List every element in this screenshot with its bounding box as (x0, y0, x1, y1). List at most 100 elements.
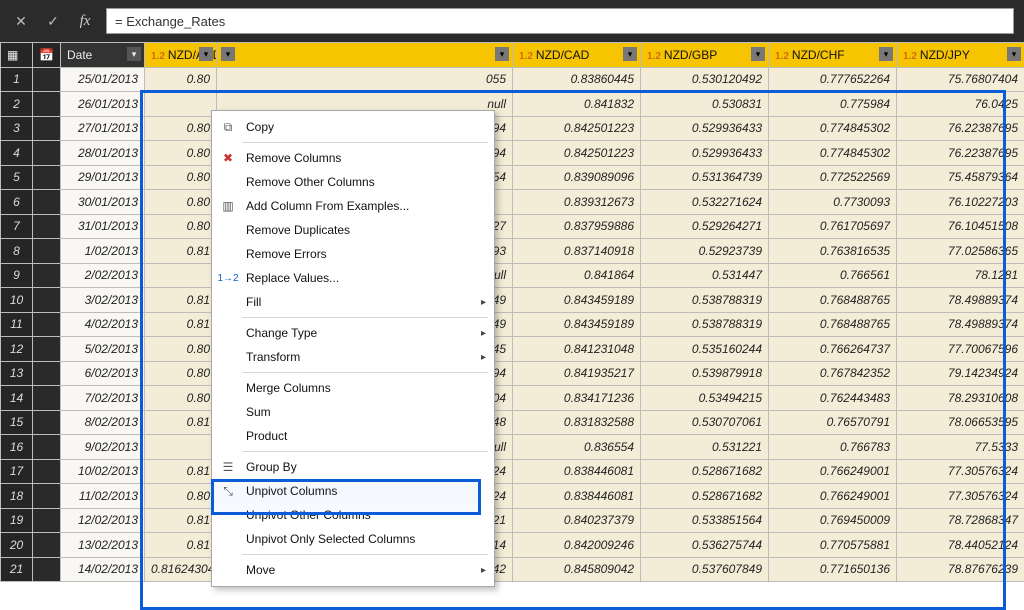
cell-nzd-chf[interactable]: 0.777652264 (769, 67, 897, 92)
row-number[interactable]: 5 (1, 165, 33, 190)
cell-nzd-cad[interactable]: 0.83860445 (513, 67, 641, 92)
cell-nzd-chf[interactable]: 0.761705697 (769, 214, 897, 239)
cell-nzd-cad[interactable]: 0.845809042 (513, 557, 641, 582)
menu-transform[interactable]: Transform▸ (212, 345, 494, 369)
cell-nzd-cad[interactable]: 0.837140918 (513, 239, 641, 264)
cell-nzd-cad[interactable]: 0.842501223 (513, 116, 641, 141)
table-row[interactable]: 147/02/20130.800040.8341712360.534942150… (1, 386, 1024, 411)
table-row[interactable]: 2013/02/20130.818140.8420092460.53627574… (1, 533, 1024, 558)
cell-date[interactable]: 25/01/2013 (61, 67, 145, 92)
cell-nzd-chf[interactable]: 0.762443483 (769, 386, 897, 411)
cell-nzd-aud[interactable]: 0.80 (145, 67, 217, 92)
cell-date[interactable]: 26/01/2013 (61, 92, 145, 117)
cell-nzd-gbp[interactable]: 0.537607849 (641, 557, 769, 582)
row-number[interactable]: 11 (1, 312, 33, 337)
cell-nzd-jpy[interactable]: 77.5333 (897, 435, 1024, 460)
cell-nzd-gbp[interactable]: 0.531221 (641, 435, 769, 460)
cell-nzd-aud[interactable]: 0.80 (145, 386, 217, 411)
row-number[interactable]: 16 (1, 435, 33, 460)
table-row[interactable]: 136/02/20130.805940.8419352170.539879918… (1, 361, 1024, 386)
table-row[interactable]: 226/01/2013null0.8418320.5308310.7759847… (1, 92, 1024, 117)
cell-nzd-gbp[interactable]: 0.530831 (641, 92, 769, 117)
cell-nzd-aud[interactable]: 0.81 (145, 533, 217, 558)
menu-copy[interactable]: ⧉Copy (212, 115, 494, 139)
cell-nzd-chf[interactable]: 0.774845302 (769, 141, 897, 166)
table-row[interactable]: 169/02/2013ull0.8365540.5312210.76678377… (1, 435, 1024, 460)
menu-remove-columns[interactable]: ✖Remove Columns (212, 146, 494, 170)
cell-nzd-aud[interactable]: 0.80 (145, 116, 217, 141)
cell-nzd-gbp[interactable]: 0.529936433 (641, 141, 769, 166)
chevron-down-icon[interactable]: ▾ (1007, 47, 1021, 61)
chevron-down-icon[interactable]: ▾ (221, 47, 235, 61)
cell-nzd-aud[interactable]: 0.81 (145, 459, 217, 484)
cell-nzd-aud[interactable]: 0.816243043 (145, 557, 217, 582)
cell-nzd-jpy[interactable]: 76.22387695 (897, 141, 1024, 166)
menu-sum[interactable]: Sum (212, 400, 494, 424)
cell-nzd-chf[interactable]: 0.770575881 (769, 533, 897, 558)
column-header-nzd-jpy[interactable]: 1.2NZD/JPY▾ (897, 43, 1024, 68)
table-row[interactable]: 103/02/20130.818490.8434591890.538788319… (1, 288, 1024, 313)
cell-nzd-jpy[interactable]: 78.29310608 (897, 386, 1024, 411)
menu-fill[interactable]: Fill▸ (212, 290, 494, 314)
chevron-down-icon[interactable]: ▾ (751, 47, 765, 61)
table-row[interactable]: 630/01/20130.800.8393126730.5322716240.7… (1, 190, 1024, 215)
cell-nzd-cad[interactable]: 0.837959886 (513, 214, 641, 239)
menu-remove-errors[interactable]: Remove Errors (212, 242, 494, 266)
row-number[interactable]: 15 (1, 410, 33, 435)
cell-nzd-cad[interactable]: 0.838446081 (513, 459, 641, 484)
cell-date[interactable]: 10/02/2013 (61, 459, 145, 484)
cell-date[interactable]: 30/01/2013 (61, 190, 145, 215)
cell-nzd-aud[interactable]: 0.80 (145, 484, 217, 509)
cell-nzd-cad[interactable]: 0.836554 (513, 435, 641, 460)
cell-nzd-chf[interactable]: 0.76570791 (769, 410, 897, 435)
table-row[interactable]: 428/01/20130.805940.8425012230.529936433… (1, 141, 1024, 166)
cell-date[interactable]: 14/02/2013 (61, 557, 145, 582)
formula-input[interactable] (106, 8, 1014, 34)
row-number[interactable]: 12 (1, 337, 33, 362)
row-number[interactable]: 7 (1, 214, 33, 239)
cell-nzd-aud[interactable]: 0.80 (145, 337, 217, 362)
table-row[interactable]: 327/01/20130.805940.8425012230.529936433… (1, 116, 1024, 141)
table-row[interactable]: 114/02/20130.818490.8434591890.538788319… (1, 312, 1024, 337)
cell-date[interactable]: 12/02/2013 (61, 508, 145, 533)
cell-nzd-cad[interactable]: 0.843459189 (513, 288, 641, 313)
chevron-down-icon[interactable]: ▾ (199, 47, 213, 61)
column-header-nzd-gbp[interactable]: 1.2NZD/GBP▾ (641, 43, 769, 68)
cell-nzd-aud[interactable]: 0.80 (145, 141, 217, 166)
cell-nzd-gbp[interactable]: 0.530707061 (641, 410, 769, 435)
row-number[interactable]: 14 (1, 386, 33, 411)
menu-unpivot-other-columns[interactable]: Unpivot Other Columns (212, 503, 494, 527)
menu-remove-other-columns[interactable]: Remove Other Columns (212, 170, 494, 194)
row-number[interactable]: 9 (1, 263, 33, 288)
cell-nzd-gbp[interactable]: 0.531447 (641, 263, 769, 288)
cell-date[interactable]: 9/02/2013 (61, 435, 145, 460)
cell-nzd-gbp[interactable]: 0.538788319 (641, 288, 769, 313)
cell-nzd-aud[interactable] (145, 435, 217, 460)
menu-move[interactable]: Move▸ (212, 558, 494, 582)
cell-date[interactable]: 1/02/2013 (61, 239, 145, 264)
row-number[interactable]: 20 (1, 533, 33, 558)
cell-date[interactable]: 2/02/2013 (61, 263, 145, 288)
cell-nzd-chf[interactable]: 0.766249001 (769, 484, 897, 509)
cell-nzd-aud[interactable]: 0.81 (145, 410, 217, 435)
cell-nzd-gbp[interactable]: 0.538788319 (641, 312, 769, 337)
cell-nzd-chf[interactable]: 0.775984 (769, 92, 897, 117)
row-number[interactable]: 3 (1, 116, 33, 141)
cell-date[interactable]: 28/01/2013 (61, 141, 145, 166)
cell-nzd-aud[interactable]: 0.81 (145, 239, 217, 264)
cell-nzd-gbp[interactable]: 0.529936433 (641, 116, 769, 141)
table-row[interactable]: 81/02/20130.815930.8371409180.529237390.… (1, 239, 1024, 264)
cell-nzd-chf[interactable]: 0.763816535 (769, 239, 897, 264)
menu-remove-duplicates[interactable]: Remove Duplicates (212, 218, 494, 242)
cell-nzd-cad[interactable]: 0.840237379 (513, 508, 641, 533)
cell-nzd-gbp[interactable]: 0.528671682 (641, 459, 769, 484)
cell-nzd-chf[interactable]: 0.771650136 (769, 557, 897, 582)
menu-unpivot-columns[interactable]: ⤡Unpivot Columns (212, 479, 494, 503)
cell-nzd-cad[interactable]: 0.841864 (513, 263, 641, 288)
cell-nzd-gbp[interactable]: 0.529264271 (641, 214, 769, 239)
menu-merge-columns[interactable]: Merge Columns (212, 376, 494, 400)
cell-nzd-chf[interactable]: 0.774845302 (769, 116, 897, 141)
menu-product[interactable]: Product (212, 424, 494, 448)
row-number[interactable]: 8 (1, 239, 33, 264)
cell-nzd-cad[interactable]: 0.841935217 (513, 361, 641, 386)
